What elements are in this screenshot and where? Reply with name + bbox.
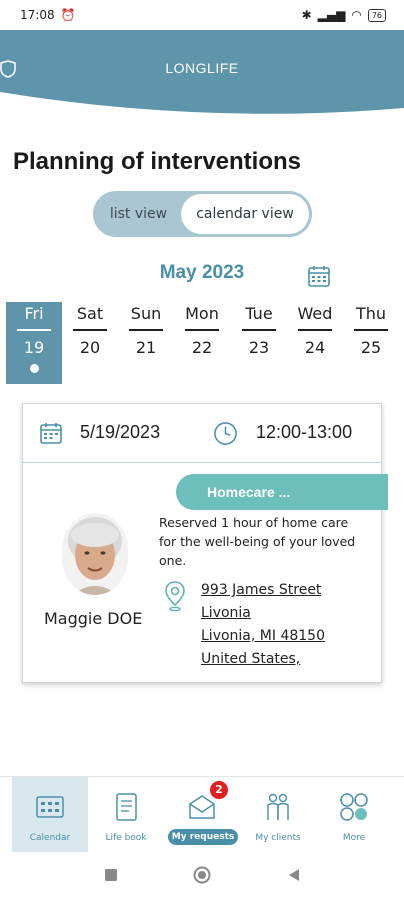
day-tue-23[interactable]: Tue 23 [231, 302, 287, 384]
address-line: United States, [201, 651, 301, 667]
nav-my-requests[interactable]: 2 My requests [164, 777, 240, 853]
day-sun-21[interactable]: Sun 21 [118, 302, 174, 384]
day-thu-25[interactable]: Thu 25 [343, 302, 399, 384]
event-dot [29, 364, 39, 373]
system-nav-bar [0, 852, 404, 900]
recents-button-icon[interactable] [104, 868, 118, 882]
wifi-icon: ◠ [351, 8, 362, 22]
day-name: Wed [297, 304, 333, 323]
notification-badge: 2 [210, 781, 228, 799]
day-name: Sun [130, 304, 162, 323]
appointment-card-header: 5/19/2023 12:00-13:00 [23, 404, 381, 463]
day-name: Sat [76, 304, 104, 323]
address-line: Livonia [201, 605, 251, 621]
day-number: 22 [191, 338, 213, 357]
calendar-view-button[interactable]: calendar view [181, 194, 309, 234]
view-toggle: list view calendar view [93, 191, 312, 237]
service-badge[interactable]: Homecare ... [176, 474, 388, 510]
nav-label: My requests [168, 829, 238, 845]
day-wed-24[interactable]: Wed 24 [287, 302, 343, 384]
day-mon-22[interactable]: Mon 22 [174, 302, 230, 384]
address-line: Livonia, MI 48150 [201, 628, 325, 644]
nav-life-book[interactable]: Life book [88, 777, 164, 853]
day-name: Thu [355, 304, 387, 323]
longlife-logo: LONGLIFE [0, 60, 404, 78]
clock-icon [214, 422, 237, 445]
calendar-icon [40, 423, 62, 444]
appointment-time: 12:00-13:00 [256, 422, 353, 442]
appointment-address[interactable]: 993 James Street Livonia Livonia, MI 481… [201, 579, 325, 671]
day-number: 25 [360, 338, 382, 357]
appointment-date: 5/19/2023 [80, 422, 161, 442]
battery-icon: 76 [367, 8, 386, 22]
bottom-nav: Calendar Life book 2 My requests My clie… [0, 776, 404, 853]
nav-label: My clients [255, 833, 301, 843]
address-line: 993 James Street [201, 582, 322, 598]
people-icon [267, 793, 289, 820]
day-name: Tue [245, 304, 273, 323]
list-view-button[interactable]: list view [96, 194, 181, 234]
status-bar: 17:08 ⏰ ✱ ▂▄▆ ◠ 76 [0, 0, 404, 30]
nav-label: More [342, 833, 366, 843]
day-number: 19 [23, 338, 45, 357]
client-name: Maggie DOE [44, 609, 143, 628]
more-circles-icon [340, 793, 368, 821]
nav-label: Life book [105, 833, 147, 843]
bluetooth-icon: ✱ [301, 8, 312, 22]
notebook-icon [116, 793, 137, 821]
day-fri-19[interactable]: Fri 19 [6, 302, 62, 384]
signal-icon: ▂▄▆ [317, 8, 346, 22]
appointment-description: Reserved 1 hour of home care for the wel… [159, 515, 356, 568]
day-number: 23 [248, 338, 270, 357]
back-button-icon[interactable] [287, 868, 301, 882]
day-number: 24 [304, 338, 326, 357]
avatar [62, 513, 128, 595]
nav-my-clients[interactable]: My clients [240, 777, 316, 853]
page-title: Planning of interventions [13, 148, 302, 175]
day-number: 20 [79, 338, 101, 357]
month-label: May 2023 [159, 262, 245, 283]
alarm-icon: ⏰ [60, 8, 76, 22]
day-sat-20[interactable]: Sat 20 [62, 302, 118, 384]
calendar-picker-icon[interactable] [307, 264, 331, 288]
shield-logo-icon [0, 60, 16, 78]
nav-label: Calendar [29, 833, 71, 843]
nav-calendar[interactable]: Calendar [12, 777, 88, 853]
day-name: Fri [24, 304, 44, 323]
logo-text: LONGLIFE [165, 60, 239, 76]
status-time: 17:08 [20, 8, 55, 22]
home-button-icon[interactable] [193, 866, 211, 884]
day-name: Mon [185, 304, 219, 323]
calendar-grid-icon [36, 796, 64, 818]
app-header: LONGLIFE [0, 30, 404, 115]
day-number: 21 [135, 338, 157, 357]
location-pin-icon [165, 581, 185, 612]
nav-more[interactable]: More [316, 777, 392, 853]
